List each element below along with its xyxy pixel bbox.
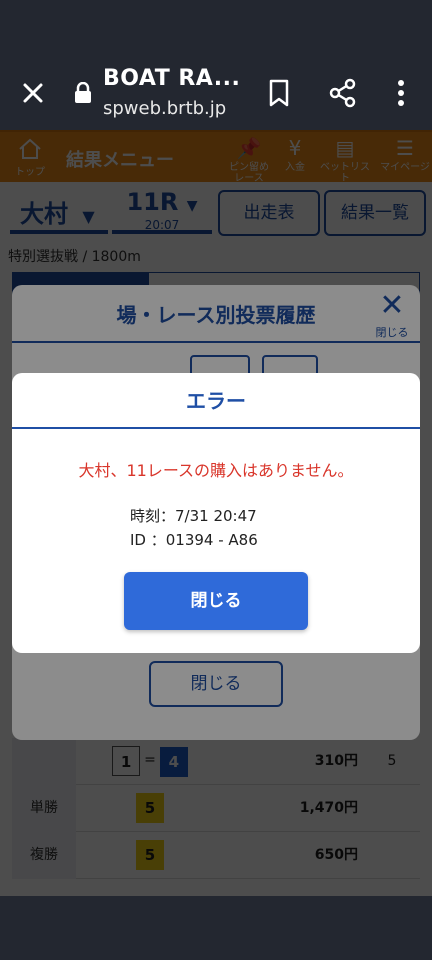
browser-toolbar: BOAT RA... spweb.brtb.jp bbox=[0, 56, 432, 130]
system-nav-bar bbox=[0, 896, 432, 960]
error-id: ID ：01394 - A86 bbox=[130, 531, 258, 549]
error-title: エラー bbox=[12, 373, 420, 429]
page-title: BOAT RA... bbox=[103, 66, 241, 91]
lock-icon bbox=[75, 82, 91, 103]
close-icon bbox=[23, 83, 43, 103]
share-icon[interactable] bbox=[326, 76, 360, 110]
error-close-button[interactable]: 閉じる bbox=[124, 572, 308, 630]
bookmark-icon[interactable] bbox=[262, 76, 296, 110]
error-message: 大村、11レースの購入はありません。 bbox=[78, 461, 354, 480]
close-tab-button[interactable] bbox=[18, 78, 48, 108]
more-options-icon[interactable] bbox=[384, 76, 418, 110]
error-time: 時刻：7/31 20:47 bbox=[130, 507, 257, 525]
url-text[interactable]: spweb.brtb.jp bbox=[103, 98, 226, 119]
status-bar bbox=[0, 0, 432, 56]
error-dialog: エラー 大村、11レースの購入はありません。 時刻：7/31 20:47 ID … bbox=[12, 373, 420, 653]
